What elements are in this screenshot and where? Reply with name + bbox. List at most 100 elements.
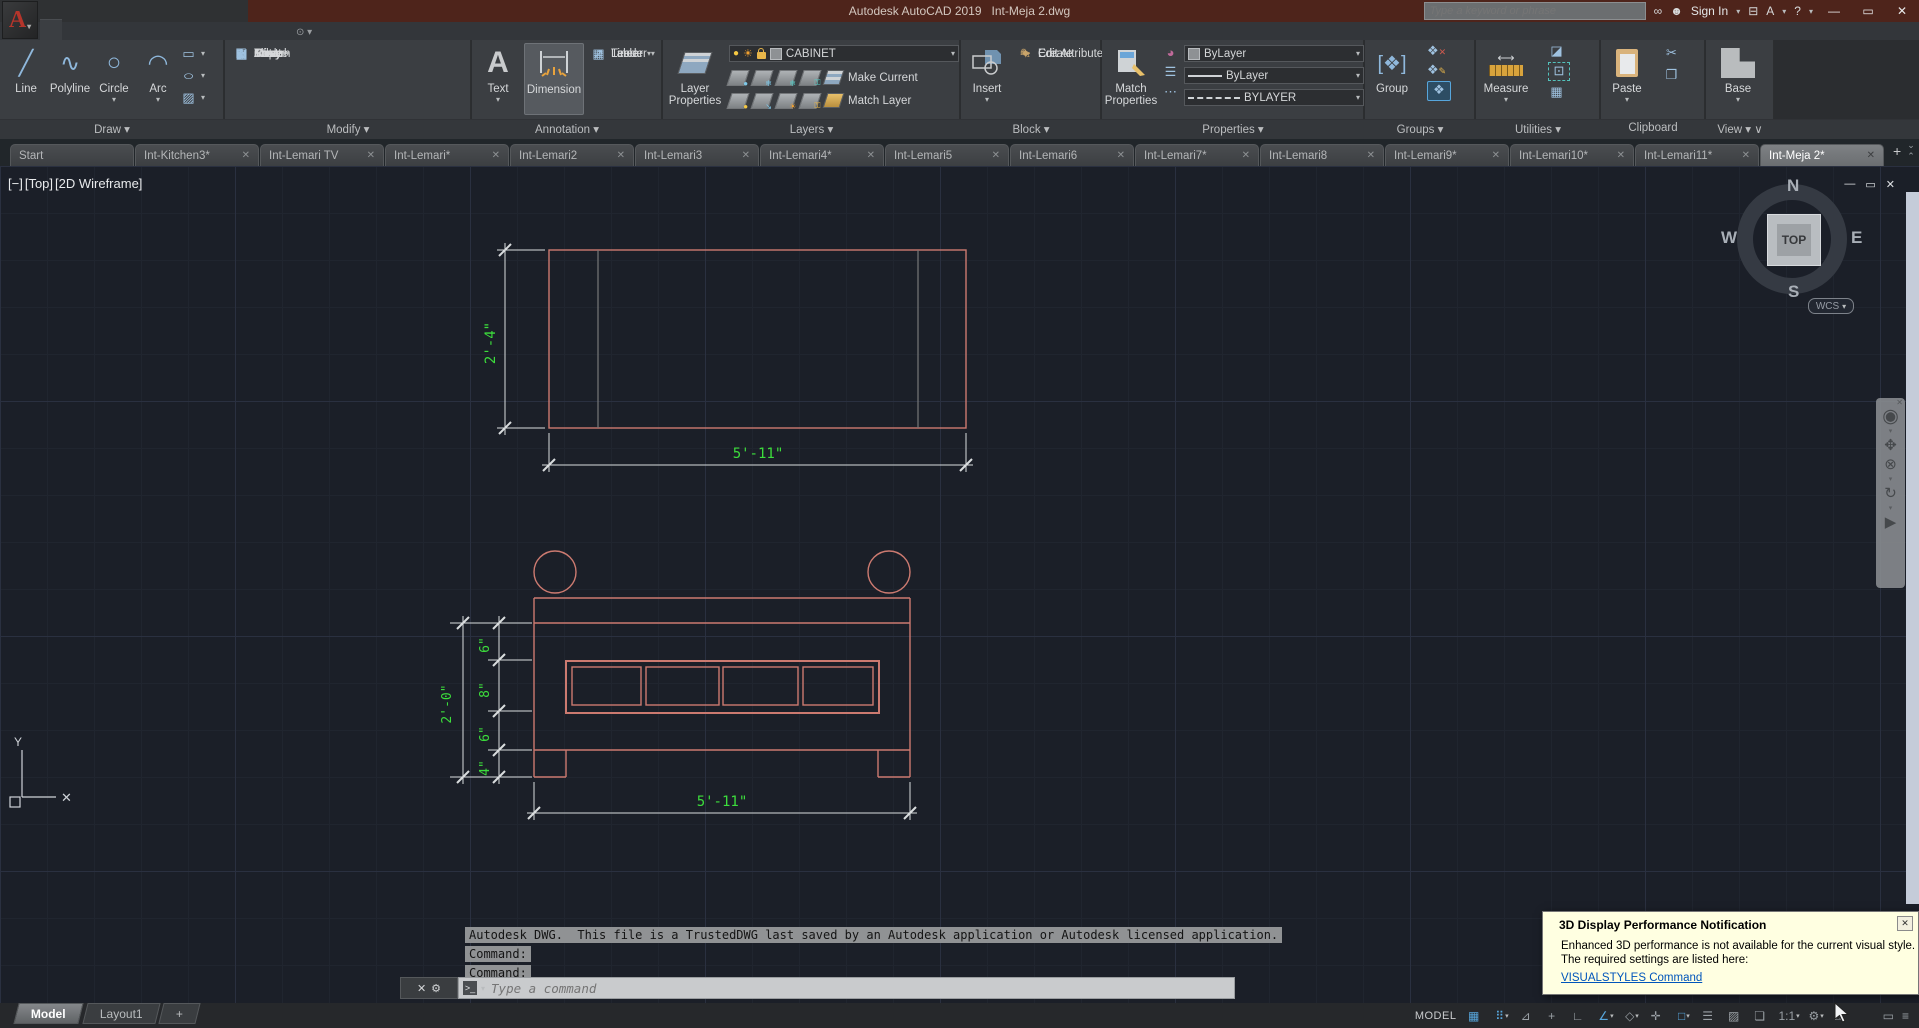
linetype-select[interactable]: BYLAYER ▾: [1184, 89, 1364, 106]
lineweight-icon[interactable]: ☰ ▾: [1698, 1006, 1721, 1025]
snap-mode-icon[interactable]: ⠿ ▾: [1490, 1006, 1513, 1025]
draw-panel-label[interactable]: Draw ▾: [0, 122, 224, 136]
viewport-view-button[interactable]: [Top]: [25, 176, 53, 191]
group-edit-icon[interactable]: ❖✎: [1427, 62, 1446, 78]
make-current-icon[interactable]: [822, 70, 845, 85]
vertical-scrollbar[interactable]: [1906, 192, 1919, 904]
chevron-down-icon[interactable]: ▾: [1889, 475, 1893, 483]
base-button[interactable]: Base ▾: [1714, 43, 1762, 104]
object-snap-tracking-icon[interactable]: ✛ ▾: [1646, 1006, 1669, 1025]
file-tab[interactable]: Int-Lemari6 ✕: [1010, 144, 1134, 166]
array-button[interactable]: ▦ Array ▾: [233, 44, 289, 63]
layer-freeze-icon[interactable]: ❄: [774, 69, 798, 88]
ribbon-minimize-button[interactable]: ⊙ ▾: [296, 27, 312, 40]
ribbon-tab[interactable]: [62, 19, 84, 39]
ribbon-tab[interactable]: [150, 19, 172, 39]
dimension-button[interactable]: Dimension: [524, 43, 584, 115]
model-space-button[interactable]: MODEL: [1415, 1010, 1457, 1022]
viewcube-north[interactable]: N: [1787, 176, 1799, 196]
layer-unlock-small-icon[interactable]: ⚿: [798, 92, 822, 110]
transparency-icon[interactable]: ▨ ▾: [1724, 1006, 1747, 1025]
ribbon-tab[interactable]: [106, 19, 128, 39]
application-menu-button[interactable]: A ▾: [2, 1, 38, 39]
ungroup-icon[interactable]: ❖✕: [1427, 43, 1446, 59]
autodesk-share-icon[interactable]: A: [1766, 4, 1774, 18]
close-tab-icon[interactable]: ✕: [617, 150, 625, 161]
new-tab-button[interactable]: +: [1893, 143, 1901, 159]
close-tab-icon[interactable]: ✕: [1617, 150, 1625, 161]
file-tab[interactable]: Int-Lemari3 ✕: [635, 144, 759, 166]
orbit-icon[interactable]: ↻: [1884, 485, 1897, 502]
viewcube-west[interactable]: W: [1721, 228, 1737, 248]
circle-button[interactable]: ○ Circle ▾: [92, 43, 136, 104]
viewcube-east[interactable]: E: [1851, 228, 1862, 248]
app-store-cart-icon[interactable]: ⊟: [1748, 4, 1758, 18]
polyline-button[interactable]: ∿ Polyline ▾: [48, 43, 92, 104]
text-button[interactable]: A Text ▾: [476, 43, 520, 104]
select-similar-icon[interactable]: ⊡: [1548, 62, 1570, 81]
file-tab[interactable]: Int-Lemari5 ✕: [885, 144, 1009, 166]
make-current-button[interactable]: Make Current: [848, 72, 918, 84]
isodraft-icon[interactable]: ◇ ▾: [1620, 1006, 1643, 1025]
sign-in-button[interactable]: Sign In: [1691, 4, 1728, 18]
viewport-close-icon[interactable]: ✕: [1886, 178, 1895, 191]
zoom-icon[interactable]: ⊗: [1884, 456, 1897, 473]
quick-calculator-icon[interactable]: ▦: [1548, 84, 1565, 100]
group-selection-toggle-icon[interactable]: ❖: [1427, 81, 1451, 101]
close-icon[interactable]: ✕: [417, 982, 426, 995]
close-tab-icon[interactable]: ✕: [492, 150, 500, 161]
layer-lock-icon[interactable]: ⚿: [798, 69, 822, 87]
viewcube-top-face[interactable]: TOP: [1767, 214, 1821, 266]
paste-button[interactable]: Paste ▾: [1605, 43, 1649, 104]
command-bar-grip[interactable]: ✕ ⚙: [400, 977, 458, 999]
clean-screen-icon[interactable]: ▭: [1883, 1009, 1894, 1023]
restore-window-icon[interactable]: ▭: [1855, 4, 1881, 18]
hatch-button[interactable]: ▨ ▾: [180, 88, 205, 107]
lineweight-list-icon[interactable]: ☰: [1162, 64, 1179, 80]
chevron-down-icon[interactable]: ▾: [1736, 7, 1740, 16]
layer-properties-button[interactable]: Layer Properties: [667, 43, 723, 107]
polar-tracking-icon[interactable]: ∠ ▾: [1594, 1006, 1617, 1025]
group-button[interactable]: [❖] Group: [1369, 43, 1415, 96]
close-tab-icon[interactable]: ✕: [242, 150, 250, 161]
measure-button[interactable]: ⟷ Measure ▾: [1480, 43, 1532, 105]
ribbon-tab[interactable]: [238, 19, 260, 39]
copy-clip-icon[interactable]: ❐: [1663, 67, 1680, 83]
workspace-switch-icon[interactable]: ⚙ ▾: [1805, 1006, 1828, 1025]
quick-select-icon[interactable]: ◪: [1548, 43, 1565, 59]
color-wheel-icon[interactable]: ◕: [1162, 45, 1179, 60]
layout1-tab[interactable]: Layout1: [82, 1003, 160, 1024]
modify-panel-label[interactable]: Modify ▾: [225, 122, 471, 136]
match-layer-icon[interactable]: [822, 93, 845, 108]
viewcube-south[interactable]: S: [1788, 282, 1799, 302]
match-layer-button[interactable]: Match Layer: [848, 95, 911, 107]
ellipse-button[interactable]: ○ ▾: [180, 66, 205, 85]
file-tab[interactable]: Int-Lemari11* ✕: [1635, 144, 1759, 166]
ribbon-tab[interactable]: [40, 19, 62, 40]
viewport-menu-button[interactable]: [−]: [8, 176, 23, 191]
file-tab[interactable]: Int-Lemari* ✕: [385, 144, 509, 166]
insert-block-button[interactable]: Insert ▾: [963, 43, 1011, 104]
chevron-down-icon[interactable]: ▾: [1889, 504, 1893, 512]
dynamic-input-icon[interactable]: + ▾: [1542, 1006, 1565, 1025]
command-input[interactable]: [489, 979, 1230, 997]
user-icon[interactable]: ☻: [1670, 4, 1683, 18]
layer-isolate-icon[interactable]: ❄: [750, 69, 774, 88]
close-tab-icon[interactable]: ✕: [1242, 150, 1250, 161]
chevron-down-icon[interactable]: ▾: [1889, 427, 1893, 435]
chevron-down-icon[interactable]: ▾: [1809, 7, 1813, 16]
block-panel-label[interactable]: Block ▾: [961, 122, 1101, 136]
drawing-canvas[interactable]: 2'-4" 5'-11" 2'-0" 6" 8" 6" 4" 5'-11" Y …: [0, 166, 1919, 1003]
file-tab[interactable]: Int-Lemari4* ✕: [760, 144, 884, 166]
notification-close-icon[interactable]: ✕: [1897, 916, 1913, 931]
close-tab-icon[interactable]: ✕: [1867, 150, 1875, 161]
ribbon-tab[interactable]: [194, 19, 216, 39]
file-tab[interactable]: Int-Lemari9* ✕: [1385, 144, 1509, 166]
viewport-style-button[interactable]: [2D Wireframe]: [55, 176, 142, 191]
showmotion-icon[interactable]: ▶: [1885, 514, 1897, 531]
arc-button[interactable]: ◠ Arc ▾: [136, 43, 180, 105]
infer-constraints-icon[interactable]: ⊿ ▾: [1516, 1006, 1539, 1025]
properties-panel-label[interactable]: Properties ▾: [1102, 122, 1364, 136]
match-properties-button[interactable]: Match Properties: [1104, 43, 1158, 107]
layers-panel-label[interactable]: Layers ▾: [663, 122, 960, 136]
